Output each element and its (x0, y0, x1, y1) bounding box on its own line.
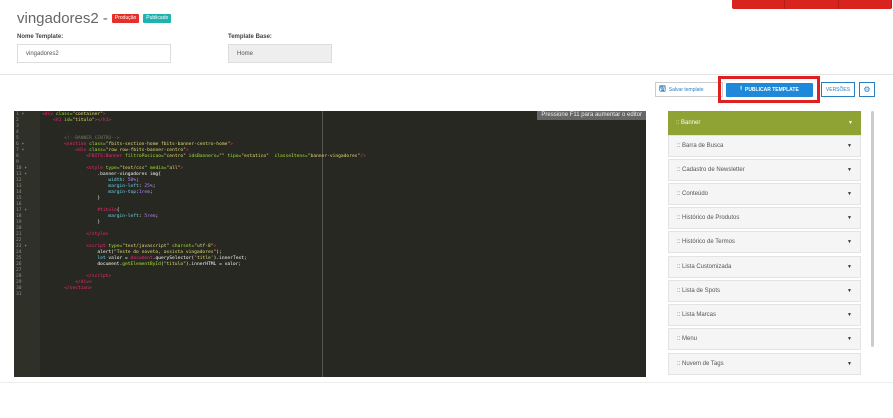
sidebar-item-cadastro-de-newsletter[interactable]: :: Cadastro de Newsletter ▼ (668, 159, 861, 181)
sidebar-item-label: :: Histórico de Produtos (677, 215, 740, 221)
publish-highlight-box (718, 76, 820, 103)
caret-down-icon: ▼ (847, 288, 852, 294)
settings-button[interactable]: ⚙ (859, 82, 875, 97)
sidebar-item-lista-marcas[interactable]: :: Lista Marcas ▼ (668, 304, 861, 326)
status-badge-production: Produção (111, 13, 140, 23)
sidebar-item-label: :: Cadastro de Newsletter (677, 167, 745, 173)
template-base-field: Home (228, 44, 332, 63)
sidebar-item-banner[interactable]: :: Banner ▼ (668, 111, 861, 135)
sidebar-item-lista-de-spots[interactable]: :: Lista de Spots ▼ (668, 280, 861, 302)
caret-down-icon: ▼ (847, 264, 852, 270)
sidebar-item-label: :: Lista Marcas (677, 312, 717, 318)
editor-fullscreen-hint: Pressione F11 para aumentar o editor (537, 111, 646, 120)
title-row: vingadores2 - Produção Publicado (17, 9, 172, 27)
caret-down-icon: ▼ (847, 143, 852, 149)
sidebar-item-label: :: Menu (677, 336, 698, 342)
sidebar-item-label: :: Barra de Busca (677, 143, 724, 149)
code-editor[interactable]: 1 ▾ <div class="container"> 2 <h1 id="tit… (14, 111, 646, 377)
divider (0, 382, 893, 383)
caret-down-icon: ▼ (847, 239, 852, 245)
status-badge-published: Publicado (143, 13, 172, 23)
caret-down-icon: ▼ (847, 336, 852, 342)
sidebar-item-label: :: Conteúdo (677, 191, 709, 197)
sidebar-item-historico-de-produtos[interactable]: :: Histórico de Produtos ▼ (668, 207, 861, 229)
caret-down-icon: ▼ (847, 361, 852, 367)
sidebar-item-label: :: Nuvem de Tags (677, 361, 724, 367)
sidebar-item-label: :: Histórico de Termos (677, 239, 735, 245)
template-name-input[interactable]: vingadores2 (17, 44, 171, 63)
save-template-label: Salvar template (668, 86, 704, 93)
caret-down-icon: ▼ (847, 312, 852, 318)
page-title: vingadores2 - (17, 9, 108, 27)
sidebar-item-menu[interactable]: :: Menu ▼ (668, 328, 861, 350)
caret-down-icon: ▼ (847, 167, 852, 173)
sidebar-item-nuvem-de-tags[interactable]: :: Nuvem de Tags ▼ (668, 353, 861, 375)
sidebar-item-label: :: Lista de Spots (677, 288, 721, 294)
gear-icon: ⚙ (863, 85, 871, 94)
template-base-label: Template Base: (228, 34, 272, 40)
sidebar-item-label: :: Lista Customizada (677, 264, 732, 270)
sidebar-item-conteudo[interactable]: :: Conteúdo ▼ (668, 183, 861, 205)
sidebar-item-lista-customizada[interactable]: :: Lista Customizada ▼ (668, 256, 861, 278)
floppy-disk-icon: 🖫 (659, 83, 666, 93)
top-action-buttons[interactable] (732, 0, 892, 9)
caret-down-icon: ▼ (847, 191, 852, 197)
versions-button[interactable]: VERSÕES (821, 82, 855, 97)
divider (0, 74, 893, 75)
sidebar-item-barra-de-busca[interactable]: :: Barra de Busca ▼ (668, 135, 861, 157)
sidebar-item-label: :: Banner (676, 120, 701, 126)
template-name-label: Nome Template: (17, 34, 64, 40)
sidebar-item-historico-de-termos[interactable]: :: Histórico de Termos ▼ (668, 231, 861, 253)
editor-lines: 1 ▾ <div class="container"> 2 <h1 id="tit… (16, 112, 366, 297)
sidebar-scrollbar[interactable] (871, 111, 874, 347)
caret-down-icon: ▼ (848, 120, 853, 126)
save-template-button[interactable]: 🖫 Salvar template (655, 82, 723, 97)
caret-down-icon: ▼ (847, 215, 852, 221)
